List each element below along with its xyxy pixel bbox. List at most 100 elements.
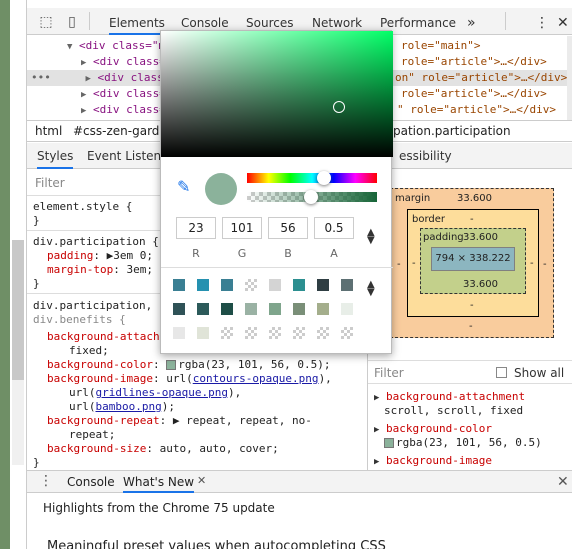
dom-scrollbar[interactable]: [567, 36, 572, 120]
margin-left-value[interactable]: -: [397, 259, 401, 270]
palette-swatch[interactable]: [269, 279, 281, 291]
color-swatch-icon[interactable]: [166, 360, 177, 370]
resource-link[interactable]: contours-opaque.png: [193, 372, 319, 385]
tab-console-drawer[interactable]: Console: [67, 475, 115, 489]
palette-swatch[interactable]: [197, 279, 209, 291]
kebab-menu-icon[interactable]: ⋮: [535, 14, 549, 35]
box-model-margin[interactable]: margin 33.600 - - - border - - - - paddi…: [390, 188, 554, 338]
format-toggle-icon[interactable]: ▲ ▼: [367, 228, 375, 246]
tab-accessibility[interactable]: essibility: [399, 149, 452, 163]
palette-swatch[interactable]: [341, 327, 353, 339]
property-value[interactable]: url(gridlines-opaque.png),: [69, 386, 241, 400]
resource-link[interactable]: bamboo.png: [96, 400, 162, 413]
palette-swatch[interactable]: [293, 327, 305, 339]
property-name[interactable]: background-attach: [47, 330, 160, 343]
collapse-triangle-icon[interactable]: ▶: [86, 74, 91, 84]
rule-selector[interactable]: div.participation {: [33, 235, 159, 249]
palette-swatch[interactable]: [245, 279, 257, 291]
palette-swatch[interactable]: [317, 303, 329, 315]
palette-swatch[interactable]: [221, 303, 233, 315]
palette-swatch[interactable]: [197, 327, 209, 339]
palette-swatch[interactable]: [221, 327, 233, 339]
margin-bottom-value[interactable]: -: [469, 321, 473, 332]
close-devtools-icon[interactable]: ✕: [557, 14, 569, 35]
palette-switcher-icon[interactable]: ▲ ▼: [367, 280, 375, 298]
palette-swatch[interactable]: [341, 279, 353, 291]
close-tab-icon[interactable]: ✕: [197, 474, 206, 487]
expand-triangle-icon[interactable]: ▼: [67, 42, 72, 52]
computed-item[interactable]: ▶ background-image: [374, 454, 572, 468]
tab-whats-new[interactable]: What's New: [123, 473, 195, 493]
property-value[interactable]: rgba(23, 101, 56, 0.5);: [178, 358, 330, 371]
inspect-element-icon[interactable]: ⬚: [37, 13, 55, 31]
rule-selector[interactable]: div.participation,: [33, 299, 152, 313]
element-style-selector[interactable]: element.style {: [33, 200, 132, 214]
more-tabs-icon[interactable]: »: [467, 14, 476, 35]
palette-swatch[interactable]: [221, 279, 233, 291]
palette-swatch[interactable]: [317, 279, 329, 291]
property-name[interactable]: background-color: [47, 358, 153, 371]
expand-triangle-icon[interactable]: ▶: [374, 457, 379, 467]
padding-bottom-value[interactable]: 33.600: [463, 279, 498, 290]
margin-top-value[interactable]: 33.600: [457, 193, 492, 204]
alpha-slider-knob[interactable]: [304, 190, 318, 204]
style-property[interactable]: padding: ▶3em 0;: [47, 249, 153, 263]
property-name[interactable]: margin-top: [47, 263, 113, 276]
style-property[interactable]: margin-top: 3em;: [47, 263, 153, 277]
breadcrumb-html[interactable]: html: [35, 124, 62, 138]
box-model-padding[interactable]: padding 33.600 33.600 794 × 338.222: [420, 228, 526, 294]
computed-item[interactable]: ▶ background-attachment: [374, 390, 572, 404]
tab-elements[interactable]: Elements: [109, 14, 165, 35]
collapse-triangle-icon[interactable]: ▶: [81, 106, 86, 116]
property-value[interactable]: repeat, repeat, no-: [186, 414, 312, 427]
property-name[interactable]: background-image: [47, 372, 153, 385]
palette-swatch[interactable]: [317, 327, 329, 339]
palette-swatch[interactable]: [341, 303, 353, 315]
eyedropper-icon[interactable]: ✎: [177, 177, 190, 196]
expand-triangle-icon[interactable]: ▶: [374, 425, 379, 435]
red-input[interactable]: 23: [176, 217, 216, 239]
palette-swatch[interactable]: [269, 327, 281, 339]
property-value[interactable]: fixed;: [69, 344, 109, 358]
property-name[interactable]: background-size: [47, 442, 146, 455]
border-top-value[interactable]: -: [470, 214, 474, 225]
property-value[interactable]: 3em;: [126, 263, 153, 276]
tab-styles[interactable]: Styles: [37, 149, 74, 169]
rule-selector[interactable]: div.benefits {: [33, 313, 126, 327]
ellipsis-icon[interactable]: •••: [31, 71, 51, 84]
device-toolbar-icon[interactable]: ▯: [63, 13, 81, 31]
property-value[interactable]: url(bamboo.png);: [69, 400, 175, 414]
spectrum-handle[interactable]: [333, 101, 345, 113]
style-property[interactable]: background-repeat: ▶ repeat, repeat, no-: [47, 414, 312, 428]
hue-slider-knob[interactable]: [317, 171, 331, 185]
alpha-input[interactable]: 0.5: [314, 217, 354, 239]
palette-swatch[interactable]: [293, 279, 305, 291]
close-drawer-icon[interactable]: ✕: [557, 474, 569, 490]
show-all-checkbox[interactable]: [496, 367, 507, 378]
property-value[interactable]: repeat;: [69, 428, 115, 442]
border-left-value[interactable]: -: [412, 258, 416, 269]
palette-swatch[interactable]: [173, 327, 185, 339]
expand-triangle-icon[interactable]: ▶: [173, 414, 180, 427]
hue-slider[interactable]: [247, 173, 377, 183]
palette-swatch[interactable]: [173, 303, 185, 315]
border-bottom-value[interactable]: -: [470, 300, 474, 311]
color-swatch-icon[interactable]: [384, 438, 394, 448]
palette-swatch[interactable]: [245, 303, 257, 315]
green-input[interactable]: 101: [222, 217, 262, 239]
padding-top-value[interactable]: 33.600: [463, 232, 498, 243]
breadcrumb-div[interactable]: pation.participation: [393, 124, 511, 138]
box-model-content[interactable]: 794 × 338.222: [431, 247, 515, 271]
collapse-triangle-icon[interactable]: ▶: [81, 90, 86, 100]
margin-right-value[interactable]: -: [543, 259, 547, 270]
color-spectrum[interactable]: [161, 31, 393, 157]
expand-triangle-icon[interactable]: ▶: [374, 393, 379, 403]
property-name[interactable]: background-repeat: [47, 414, 160, 427]
style-property[interactable]: background-size: auto, auto, cover;: [47, 442, 279, 456]
property-value[interactable]: auto, auto, cover;: [160, 442, 279, 455]
resource-link[interactable]: gridlines-opaque.png: [96, 386, 228, 399]
drawer-menu-icon[interactable]: ⋮: [39, 473, 53, 489]
style-property[interactable]: background-color: rgba(23, 101, 56, 0.5)…: [47, 358, 331, 372]
computed-filter-input[interactable]: Filter: [374, 366, 404, 380]
whats-new-item[interactable]: Meaningful preset values when autocomple…: [47, 539, 386, 549]
